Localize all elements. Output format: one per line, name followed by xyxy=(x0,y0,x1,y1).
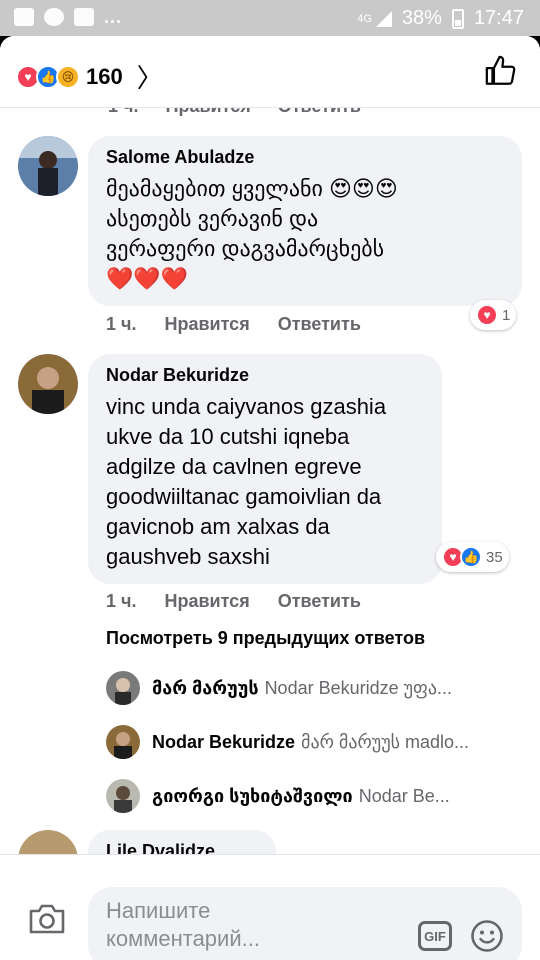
comment-reactions[interactable]: ♥ 1 xyxy=(470,300,517,330)
reply-item[interactable]: მარ მარუუს Nodar Bekuridze უფა... xyxy=(106,670,452,706)
reply-action[interactable]: Ответить xyxy=(278,314,361,335)
reactions-header: ♥ 👍 😢 160 〉 xyxy=(0,36,540,108)
thumbs-up-icon[interactable] xyxy=(484,54,518,88)
comments-sheet: ♥ 👍 😢 160 〉 1 ч. Нравится Ответить Salom… xyxy=(0,36,540,960)
like-icon: 👍 xyxy=(460,546,482,568)
comment-line: adgilze da cavlnen egreve xyxy=(106,454,362,479)
reply-text: Nodar Be... xyxy=(358,785,450,806)
comment-text: vinc unda caiyvanos gzashia ukve da 10 c… xyxy=(106,392,424,572)
avatar[interactable] xyxy=(106,779,140,813)
like-action[interactable]: Нравится xyxy=(164,314,249,335)
comment-actions: 1 ч. Нравится Ответить xyxy=(106,314,361,335)
view-previous-replies-link[interactable]: Посмотреть 9 предыдущих ответов xyxy=(106,628,425,649)
reply-author[interactable]: Nodar Bekuridze xyxy=(152,732,295,753)
reply-text: მარ მარუუს madlo... xyxy=(301,731,470,752)
smiley-icon[interactable] xyxy=(470,919,504,953)
comment-line: goodwiiltanac gamoivlian da xyxy=(106,484,382,509)
signal-icon xyxy=(375,10,392,27)
reaction-count: 35 xyxy=(486,548,503,566)
comment-input[interactable]: Напишите комментарий... GIF xyxy=(88,887,522,960)
comment-composer: Напишите комментарий... GIF xyxy=(0,854,540,960)
like-action[interactable]: Нравится xyxy=(164,591,249,612)
reaction-count: 160 xyxy=(86,63,123,89)
reply-item[interactable]: Nodar Bekuridze მარ მარუუს madlo... xyxy=(106,724,469,760)
comment-bubble: Salome Abuladze მეამაყებით ყველანი 😍😍😍 ა… xyxy=(88,136,522,306)
sad-icon: 😢 xyxy=(56,64,80,89)
camera-icon[interactable] xyxy=(28,903,66,935)
comment-line: მეამაყებით ყველანი 😍😍😍 xyxy=(106,176,398,201)
comment-text: მეამაყებით ყველანი 😍😍😍 ასეთებს ვერავინ დ… xyxy=(106,174,504,294)
comment-line: gaushveb saxshi xyxy=(106,544,270,569)
status-bar: ... 4G 38% 17:47 xyxy=(0,0,540,36)
reply-action[interactable]: Ответить xyxy=(278,591,361,612)
comment-time: 1 ч. xyxy=(106,314,137,334)
gif-button[interactable]: GIF xyxy=(418,921,452,951)
gallery-icon xyxy=(14,8,34,26)
reply-author[interactable]: გიორგი სუხიტაშვილი xyxy=(152,786,353,807)
facebook-icon xyxy=(74,8,94,26)
messenger-icon xyxy=(44,8,64,26)
comment-line: ukve da 10 cutshi iqneba xyxy=(106,424,350,449)
avatar[interactable] xyxy=(106,725,140,759)
comment-time: 1 ч. xyxy=(106,591,137,611)
comment-line: ასეთებს ვერავინ და xyxy=(106,206,319,231)
love-icon: ♥ xyxy=(476,304,498,326)
reply-author[interactable]: მარ მარუუს xyxy=(152,678,259,699)
avatar[interactable] xyxy=(106,671,140,705)
network-type: 4G xyxy=(357,12,372,25)
comment-author[interactable]: Salome Abuladze xyxy=(106,146,504,168)
comment-line: ვერაფერი დაგვამარცხებს xyxy=(106,236,385,261)
avatar[interactable] xyxy=(18,354,78,414)
comment-author[interactable]: Nodar Bekuridze xyxy=(106,364,424,386)
comment-input-placeholder: Напишите комментарий... xyxy=(106,898,260,951)
comment-line: gavicnob am xalxas da xyxy=(106,514,330,539)
more-notifications-icon: ... xyxy=(104,7,123,27)
comment-bubble: Nodar Bekuridze vinc unda caiyvanos gzas… xyxy=(88,354,442,584)
reactions-summary[interactable]: ♥ 👍 😢 160 〉 xyxy=(16,58,163,95)
battery-percent: 38% xyxy=(401,7,442,29)
reply-item[interactable]: გიორგი სუხიტაშვილი Nodar Be... xyxy=(106,778,450,814)
comment-actions: 1 ч. Нравится Ответить xyxy=(106,591,361,612)
clock: 17:47 xyxy=(473,7,524,29)
comment-line: vinc unda caiyvanos gzashia xyxy=(106,394,387,419)
battery-icon xyxy=(451,8,464,29)
comment-reactions[interactable]: ♥ 👍 35 xyxy=(436,542,509,572)
avatar[interactable] xyxy=(18,136,78,196)
chevron-right-icon: 〉 xyxy=(136,63,163,93)
notification-icons: ... xyxy=(14,8,122,26)
comment-line: ❤️❤️❤️ xyxy=(106,266,189,291)
reply-text: Nodar Bekuridze უფა... xyxy=(264,677,453,698)
reaction-count: 1 xyxy=(502,306,511,324)
